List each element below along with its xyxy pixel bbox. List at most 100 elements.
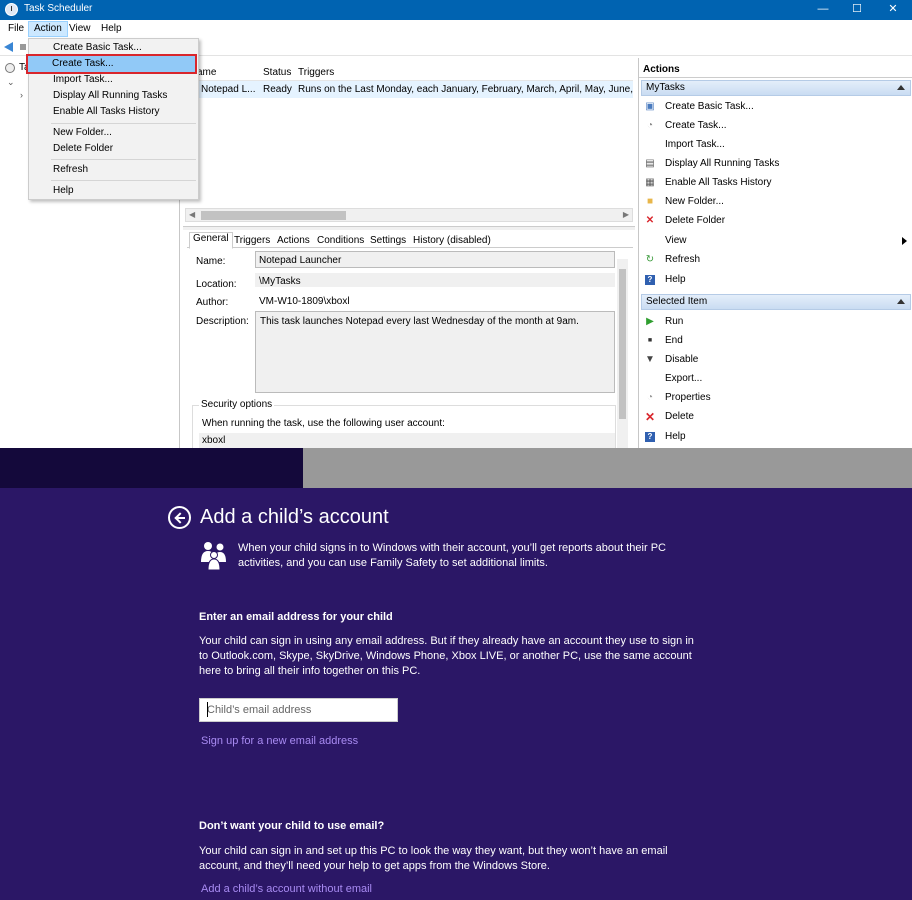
- menu-item-create-task[interactable]: Create Task...: [26, 54, 197, 74]
- tab-general[interactable]: General: [189, 232, 233, 249]
- tab-conditions[interactable]: Conditions: [313, 234, 368, 248]
- security-options-title: Security options: [199, 399, 275, 410]
- author-value: VM-W10-1809\xboxl: [259, 296, 350, 307]
- tab-triggers[interactable]: Triggers: [230, 234, 274, 248]
- menu-separator: [51, 159, 196, 160]
- menu-view[interactable]: View: [64, 21, 96, 37]
- signup-email-link[interactable]: Sign up for a new email address: [201, 735, 358, 747]
- column-triggers[interactable]: Triggers: [298, 67, 334, 78]
- help-icon: ?: [645, 432, 655, 442]
- back-arrow-icon[interactable]: [4, 42, 13, 52]
- no-email-text: Your child can sign in and set up this P…: [199, 845, 668, 872]
- name-value: Notepad Launcher: [259, 255, 342, 266]
- menu-item-refresh[interactable]: Refresh: [29, 162, 198, 178]
- list-icon: ▤: [645, 158, 655, 169]
- tab-actions[interactable]: Actions: [273, 234, 314, 248]
- history-icon: ▦: [645, 177, 655, 188]
- section-mytasks-label: MyTasks: [646, 82, 685, 93]
- add-child-account-screen: Add a child’s account When your child si…: [0, 448, 912, 900]
- menu-item-import-task[interactable]: Import Task...: [29, 72, 198, 88]
- security-options-text: When running the task, use the following…: [202, 418, 445, 429]
- clock-icon: [5, 63, 15, 73]
- column-status[interactable]: Status: [263, 67, 291, 78]
- family-icon: [201, 542, 226, 570]
- action-properties[interactable]: ◔ Properties: [645, 389, 909, 407]
- help-icon: ?: [645, 275, 655, 285]
- section-selected-item[interactable]: Selected Item: [641, 294, 911, 310]
- action-view[interactable]: View: [645, 232, 909, 250]
- scroll-left-icon[interactable]: ◀: [189, 210, 195, 219]
- forward-icon[interactable]: [20, 44, 26, 50]
- collapse-icon[interactable]: [897, 299, 905, 304]
- action-import-task[interactable]: Import Task...: [645, 136, 909, 154]
- task-icon: ◔: [646, 120, 654, 131]
- task-list-header: ame Status Triggers: [185, 65, 633, 81]
- menu-item-display-running-tasks[interactable]: Display All Running Tasks: [29, 88, 198, 104]
- action-run[interactable]: ▶ Run: [645, 313, 909, 331]
- top-strip-grey: [303, 448, 912, 488]
- minimize-button[interactable]: —: [806, 0, 840, 20]
- action-delete-folder[interactable]: ✕ Delete Folder: [645, 212, 909, 230]
- child-email-input[interactable]: [199, 698, 398, 722]
- chevron-right-icon[interactable]: ›: [20, 90, 23, 100]
- menu-file[interactable]: File: [3, 21, 29, 37]
- menu-item-new-folder[interactable]: New Folder...: [29, 125, 198, 141]
- collapse-icon[interactable]: [897, 85, 905, 90]
- action-disable[interactable]: ▼ Disable: [645, 351, 909, 369]
- horizontal-scrollbar[interactable]: ◀ ▶: [185, 208, 633, 222]
- column-name[interactable]: ame: [197, 67, 216, 78]
- tab-settings[interactable]: Settings: [366, 234, 410, 248]
- action-refresh[interactable]: ↻ Refresh: [645, 251, 909, 269]
- menu-item-delete-folder[interactable]: Delete Folder: [29, 141, 198, 157]
- menu-item-enable-history[interactable]: Enable All Tasks History: [29, 104, 198, 120]
- scroll-right-icon[interactable]: ▶: [623, 210, 629, 219]
- action-export[interactable]: Export...: [645, 370, 909, 388]
- action-create-basic-task[interactable]: ▣ Create Basic Task...: [645, 98, 909, 116]
- email-section-text: Your child can sign in using any email a…: [199, 635, 694, 677]
- task-triggers-cell: Runs on the Last Monday, each January, F…: [298, 84, 633, 95]
- action-end[interactable]: ■ End: [645, 332, 909, 350]
- security-account-field: [199, 433, 615, 448]
- clock-icon: [5, 3, 18, 16]
- delete-icon: ✕: [645, 215, 655, 226]
- action-display-running-tasks[interactable]: ▤ Display All Running Tasks: [645, 155, 909, 173]
- email-section-heading: Enter an email address for your child: [199, 611, 393, 623]
- general-tab-panel: Name: Notepad Launcher Location: \MyTask…: [187, 249, 629, 448]
- action-new-folder[interactable]: ■ New Folder...: [645, 193, 909, 211]
- close-button[interactable]: ✕: [876, 0, 910, 20]
- scrollbar-thumb[interactable]: [201, 211, 346, 220]
- maximize-button[interactable]: ☐: [840, 0, 874, 20]
- scrollbar-thumb[interactable]: [619, 269, 626, 419]
- security-account-value: xboxl: [202, 435, 226, 446]
- menu-bar: File Action View Help: [0, 20, 912, 38]
- back-arrow-icon[interactable]: [168, 506, 191, 529]
- window-title: Task Scheduler: [24, 3, 93, 14]
- menu-help[interactable]: Help: [96, 21, 127, 37]
- tab-history[interactable]: History (disabled): [409, 234, 495, 248]
- stop-icon: ■: [647, 337, 653, 344]
- chevron-down-icon[interactable]: ⌄: [7, 77, 15, 88]
- action-help[interactable]: ? Help: [645, 271, 909, 289]
- add-without-email-link[interactable]: Add a child’s account without email: [201, 883, 372, 895]
- menu-item-help[interactable]: Help: [29, 183, 198, 199]
- name-label: Name:: [196, 256, 226, 267]
- description-label: Description:: [196, 316, 249, 327]
- location-value: \MyTasks: [259, 276, 301, 287]
- author-label: Author:: [196, 297, 229, 308]
- page-title: Add a child’s account: [200, 506, 389, 528]
- refresh-icon: ↻: [645, 254, 655, 265]
- menu-separator: [51, 180, 196, 181]
- action-delete[interactable]: ✕ Delete: [645, 408, 909, 426]
- menu-action[interactable]: Action: [28, 21, 68, 37]
- intro-text: When your child signs in to Windows with…: [238, 542, 666, 569]
- action-help-selected[interactable]: ? Help: [645, 428, 909, 446]
- menu-item-create-basic-task[interactable]: Create Basic Task...: [29, 40, 198, 56]
- folder-icon: ■: [646, 196, 654, 207]
- vertical-scrollbar[interactable]: [617, 259, 628, 448]
- section-mytasks[interactable]: MyTasks: [641, 80, 911, 96]
- action-enable-history[interactable]: ▦ Enable All Tasks History: [645, 174, 909, 192]
- pane-divider[interactable]: [183, 226, 635, 230]
- action-create-task[interactable]: ◔ Create Task...: [645, 117, 909, 135]
- table-row[interactable]: Notepad L... Ready Runs on the Last Mond…: [185, 81, 633, 98]
- submenu-arrow-icon: [902, 237, 907, 245]
